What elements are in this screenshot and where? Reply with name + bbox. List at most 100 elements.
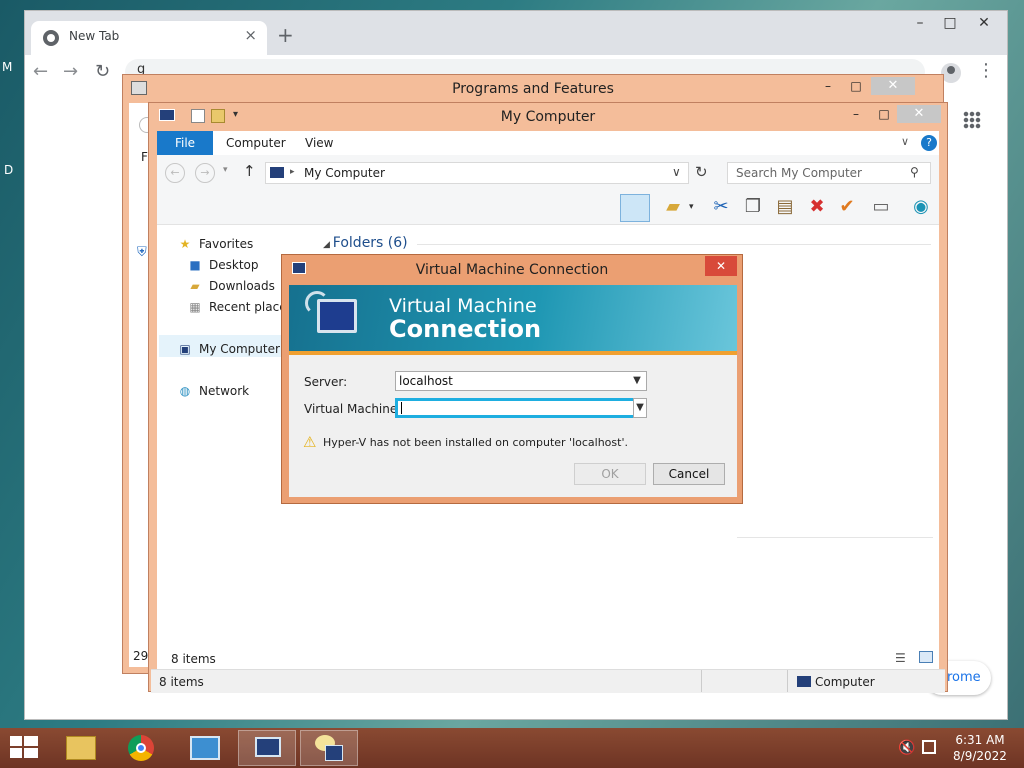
file-explorer-icon <box>66 736 96 760</box>
volume-muted-icon[interactable]: 🔇 <box>898 740 915 756</box>
desktop-icon: ■ <box>189 258 201 272</box>
close-icon[interactable]: ✕ <box>897 105 941 123</box>
refresh-icon[interactable]: ↻ <box>695 163 708 181</box>
properties-icon[interactable]: ▭ <box>869 195 893 219</box>
address-row: ← → ▾ ↑ ▸ My Computer ∨ ↻ Search My Comp… <box>157 155 939 189</box>
computer-icon <box>325 745 343 761</box>
taskbar-control-panel[interactable] <box>176 730 234 766</box>
sidebar-item-my-computer[interactable]: ▣ My Computer <box>177 342 280 356</box>
ok-button[interactable]: OK <box>574 463 646 485</box>
maximize-icon[interactable]: □ <box>843 77 869 95</box>
search-placeholder: Search My Computer <box>736 166 862 180</box>
chrome-menu-icon[interactable]: ⋮ <box>977 60 995 81</box>
close-tab-icon[interactable]: × <box>244 26 257 44</box>
sidebar-item-network[interactable]: ◍ Network <box>177 384 249 398</box>
profile-avatar-icon[interactable] <box>941 63 961 83</box>
chevron-down-icon[interactable]: ▼ <box>633 398 647 418</box>
network-icon[interactable] <box>922 740 936 754</box>
back-icon[interactable]: ← <box>165 163 185 183</box>
tab-file[interactable]: File <box>157 131 213 155</box>
address-dropdown-icon[interactable]: ∨ <box>672 165 681 179</box>
status-zone-label: Computer <box>815 675 875 689</box>
maximize-icon[interactable]: □ <box>871 105 897 123</box>
sidebar-item-desktop[interactable]: ■ Desktop <box>187 258 258 272</box>
close-icon[interactable]: ✕ <box>969 11 999 35</box>
up-icon[interactable]: ↑ <box>243 162 256 180</box>
sidebar-item-label: Downloads <box>209 279 275 293</box>
vm-combo[interactable]: ▼ <box>395 398 647 418</box>
customize-chrome-label: rome <box>947 670 981 685</box>
vm-dialog-title: Virtual Machine Connection <box>415 262 609 278</box>
maximize-icon[interactable]: □ <box>935 11 965 35</box>
help-icon[interactable]: ? <box>921 135 937 151</box>
folder-options-icon[interactable]: ▰ <box>661 195 685 219</box>
chevron-down-icon[interactable]: ▼ <box>630 372 644 390</box>
banner-line-2: Connection <box>389 315 542 343</box>
vm-banner: Virtual Machine Connection <box>289 285 737 355</box>
copy-icon[interactable]: ❐ <box>741 195 765 219</box>
globe-icon[interactable]: ◉ <box>909 195 933 219</box>
windows-start-icon[interactable] <box>10 736 38 760</box>
sidebar-item-recent[interactable]: ▦ Recent places <box>187 300 293 314</box>
vm-dialog-content: Server: localhost ▼ Virtual Machine: ▼ ⚠… <box>289 355 737 497</box>
apply-icon[interactable]: ✔ <box>835 195 859 219</box>
taskbar-file-explorer[interactable] <box>52 730 110 766</box>
reload-icon[interactable]: ↻ <box>95 61 110 82</box>
chrome-icon-center <box>136 743 146 753</box>
sidebar-item-downloads[interactable]: ▰ Downloads <box>187 279 275 293</box>
computer-icon: ▣ <box>179 342 191 356</box>
folders-group-header[interactable]: ◢ Folders (6) <box>323 235 408 251</box>
layout-pane-icon[interactable] <box>620 194 650 222</box>
clock[interactable]: 6:31 AM 8/9/2022 <box>950 733 1010 763</box>
address-bar[interactable]: ▸ My Computer ∨ <box>265 162 689 184</box>
server-combo[interactable]: localhost ▼ <box>395 371 647 391</box>
close-icon[interactable]: ✕ <box>705 256 737 276</box>
taskbar: 🔇 6:31 AM 8/9/2022 <box>0 728 1024 768</box>
status-divider <box>701 670 702 692</box>
details-view-icon[interactable]: ☰ <box>895 651 906 665</box>
apps-grid-icon[interactable] <box>963 111 981 129</box>
text-caret <box>401 402 402 414</box>
folder-options-dropdown-icon[interactable]: ▾ <box>689 202 694 212</box>
taskbar-chrome[interactable] <box>114 730 172 766</box>
clock-date: 8/9/2022 <box>953 749 1007 763</box>
my-computer-title: My Computer <box>500 109 596 125</box>
chrome-tab[interactable]: New Tab × <box>31 21 267 55</box>
back-icon[interactable]: ← <box>33 61 48 82</box>
minimize-icon[interactable]: – <box>905 11 935 35</box>
minimize-icon[interactable]: – <box>843 105 869 123</box>
large-icons-view-icon[interactable] <box>919 651 933 663</box>
close-icon[interactable]: ✕ <box>871 77 915 95</box>
sidebar-item-label: Favorites <box>199 237 254 251</box>
tab-view[interactable]: View <box>305 136 333 150</box>
forward-icon[interactable]: → <box>63 61 78 82</box>
inner-status-bar: 8 items ☰ <box>157 641 939 669</box>
ribbon-expand-icon[interactable]: ∨ <box>901 135 909 148</box>
new-tab-icon[interactable]: + <box>277 23 294 47</box>
forward-icon[interactable]: → <box>195 163 215 183</box>
search-box[interactable]: Search My Computer ⚲ <box>727 162 931 184</box>
delete-icon[interactable]: ✖ <box>805 195 829 219</box>
cancel-button[interactable]: Cancel <box>653 463 725 485</box>
collapse-chevron-icon: ◢ <box>323 240 333 250</box>
vm-connection-dialog: Virtual Machine Connection ✕ Virtual Mac… <box>281 254 743 504</box>
programs-fragment-text: 29 <box>133 649 149 663</box>
paste-icon[interactable]: ▤ <box>773 195 797 219</box>
star-icon: ★ <box>179 237 191 251</box>
folders-group-label: Folders (6) <box>332 235 408 251</box>
group-divider <box>417 244 931 245</box>
taskbar-my-computer[interactable] <box>238 730 296 766</box>
computer-icon <box>797 676 811 687</box>
vm-satellite-icon <box>305 291 329 315</box>
tab-computer[interactable]: Computer <box>226 136 286 150</box>
chrome-tab-favicon-icon <box>43 30 59 46</box>
sidebar-item-favorites[interactable]: ★ Favorites <box>177 237 254 251</box>
search-icon[interactable]: ⚲ <box>910 165 919 179</box>
chrome-tabstrip: New Tab × + – □ ✕ <box>25 11 1007 55</box>
minimize-icon[interactable]: – <box>815 77 841 95</box>
vm-label: Virtual Machine: <box>304 402 402 416</box>
recent-locations-icon[interactable]: ▾ <box>223 165 228 175</box>
cut-icon[interactable]: ✂ <box>709 195 733 219</box>
taskbar-vm-connection[interactable] <box>300 730 358 766</box>
warning-message: Hyper-V has not been installed on comput… <box>323 436 628 449</box>
